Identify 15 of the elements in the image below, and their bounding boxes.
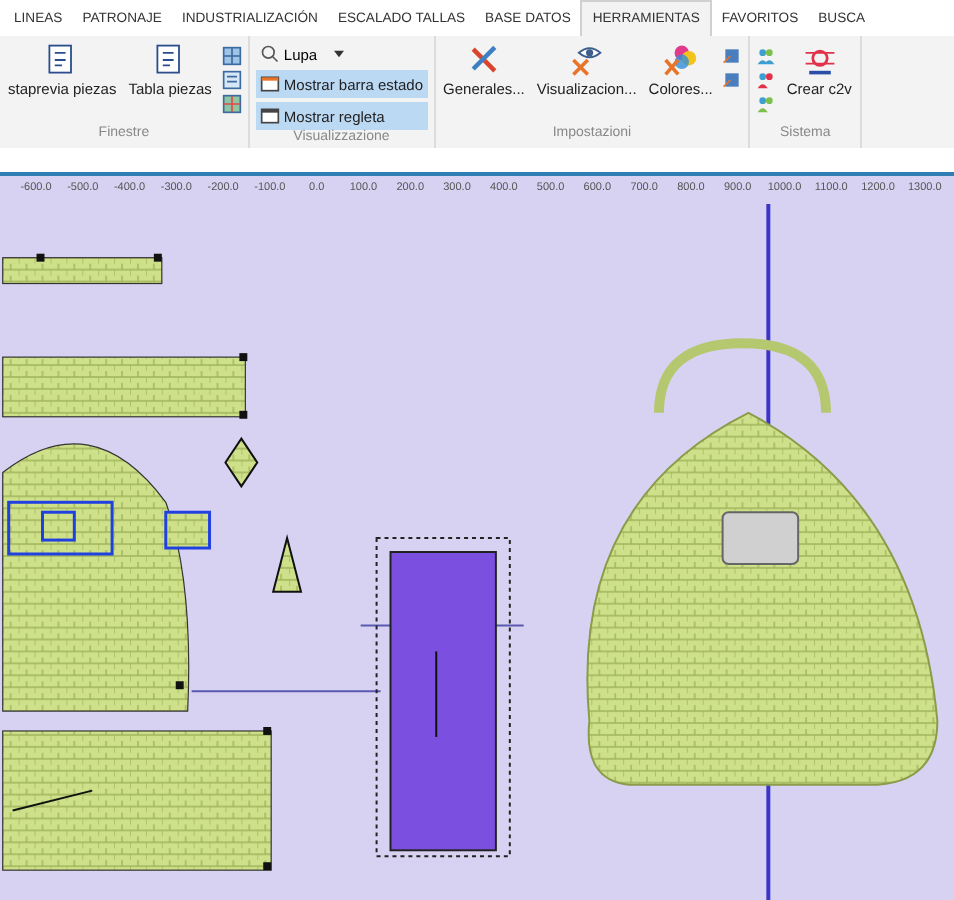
color-palette-icon bbox=[662, 42, 699, 78]
window-icon bbox=[259, 106, 280, 126]
pattern-piece[interactable] bbox=[2, 253, 163, 285]
window-icon bbox=[259, 74, 280, 94]
pattern-piece[interactable] bbox=[271, 534, 303, 593]
people-icon bbox=[756, 94, 777, 114]
magnifier-icon bbox=[259, 44, 280, 64]
selection-box[interactable] bbox=[375, 537, 511, 858]
caret-icon bbox=[333, 50, 344, 58]
list-icon bbox=[221, 70, 242, 90]
pattern-piece[interactable] bbox=[2, 353, 248, 419]
people-icon bbox=[756, 70, 777, 90]
pattern-piece[interactable] bbox=[224, 436, 259, 489]
people-icon bbox=[756, 46, 777, 66]
eye-icon bbox=[568, 42, 605, 78]
